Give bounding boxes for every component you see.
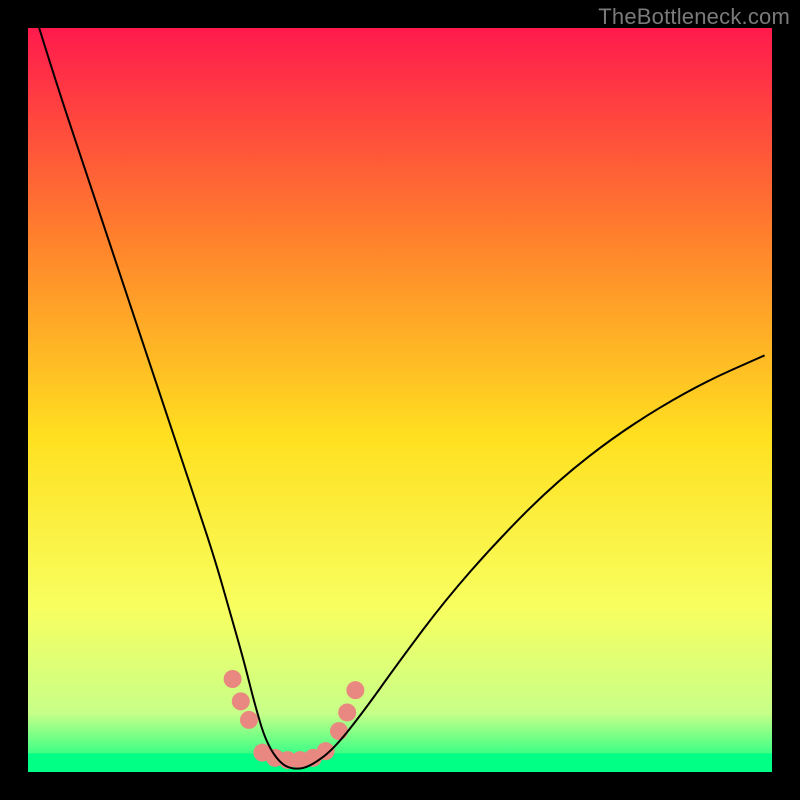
chart-frame: TheBottleneck.com <box>0 0 800 800</box>
marker-dot <box>232 692 250 710</box>
plot-svg <box>28 28 772 772</box>
marker-dot <box>240 711 258 729</box>
watermark-text: TheBottleneck.com <box>598 4 790 30</box>
marker-dot <box>224 670 242 688</box>
plot-area <box>28 28 772 772</box>
marker-dot <box>317 742 335 760</box>
marker-dot <box>330 722 348 740</box>
marker-dot <box>346 681 364 699</box>
green-baseline-strip <box>28 753 772 772</box>
marker-dot <box>338 703 356 721</box>
